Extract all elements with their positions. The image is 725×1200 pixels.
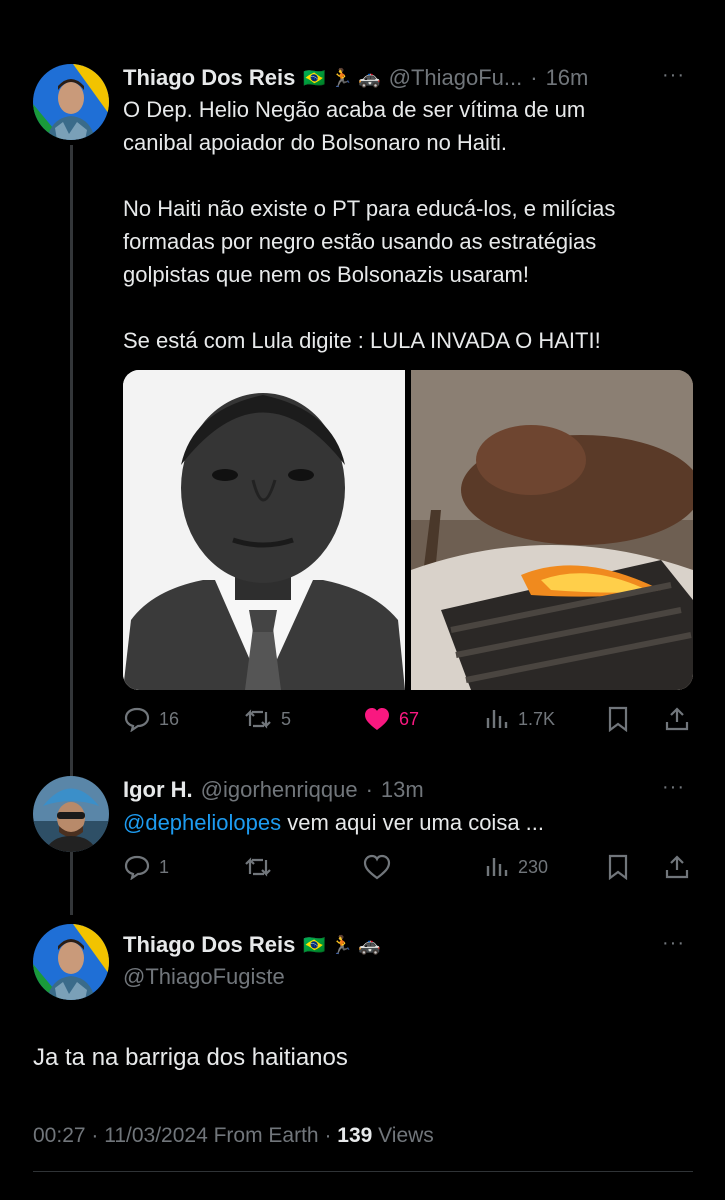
author-handle[interactable]: @ThiagoFu... [389,65,523,91]
tweet2-text: @depheliolopes vem aqui ver uma coisa ..… [123,806,703,839]
retweet-icon [245,857,271,877]
tweet2-header: Igor H. @igorhenriqque · 13m [123,776,663,804]
share-icon [665,855,689,879]
tweet-time[interactable]: 13m [381,777,424,803]
views-icon [486,858,508,876]
author-emojis: 🇧🇷 🏃 🚓 [303,67,381,88]
tweet-timestamp: 00:27 · 11/03/2024 From Earth · 139 View… [33,1124,434,1148]
tweet1-text: O Dep. Helio Negão acaba de ser vítima d… [123,93,703,357]
avatar[interactable] [33,776,109,852]
reply-button[interactable]: 16 [123,706,179,732]
views-icon [486,710,508,728]
mention-link[interactable]: @depheliolopes [123,810,281,835]
like-count: 67 [399,708,420,729]
photo-fire[interactable] [411,370,693,690]
separator-dot: · [530,65,538,90]
text-line: canibal apoiador do Bolsonaro no Haiti. [123,130,508,155]
heart-outline-icon [363,854,391,880]
tweet1-header: Thiago Dos Reis 🇧🇷 🏃 🚓 @ThiagoFu... · 16… [123,64,693,92]
retweet-icon [245,709,271,729]
divider [33,1171,693,1172]
views-count: 230 [518,856,549,877]
views-button[interactable]: 1.7K [484,706,555,732]
text-line: No Haiti não existe o PT para educá-los,… [123,196,616,221]
share-button[interactable] [664,706,690,737]
tweet-time[interactable]: 16m [546,65,589,91]
more-options-icon[interactable]: ··· [662,64,685,87]
text-line: O Dep. Helio Negão acaba de ser vítima d… [123,97,586,122]
bookmark-button[interactable] [606,854,630,885]
reply-button[interactable]: 1 [123,854,169,880]
bookmark-button[interactable] [606,706,630,737]
bookmark-icon [608,854,628,881]
views-button[interactable]: 230 [484,854,548,880]
text-line: Se está com Lula digite : LULA INVADA O … [123,328,601,353]
reply-icon [124,855,150,880]
author-name[interactable]: Igor H. [123,777,193,803]
share-button[interactable] [664,854,690,885]
bookmark-icon [608,706,628,733]
tweet3-header: Thiago Dos Reis 🇧🇷 🏃 🚓 [123,932,381,958]
views-label: Views [372,1124,434,1147]
heart-icon [365,708,389,730]
photo-portrait[interactable] [123,370,405,690]
views-number: 139 [337,1124,373,1147]
retweet-count: 5 [281,708,292,729]
views-count: 1.7K [518,708,556,729]
avatar[interactable] [33,64,109,140]
tweet3-text: Ja ta na barriga dos haitianos [33,1044,348,1071]
media-grid[interactable] [123,370,693,690]
more-options-icon[interactable]: ··· [662,776,685,799]
author-name[interactable]: Thiago Dos Reis [123,932,295,958]
text-line: formadas por negro estão usando as estra… [123,229,597,254]
separator-dot: · [365,777,373,802]
more-options-icon[interactable]: ··· [662,932,685,955]
timestamp-text[interactable]: 00:27 · 11/03/2024 From Earth · [33,1124,337,1147]
author-handle[interactable]: @ThiagoFugiste [123,964,285,990]
reply-icon [124,707,150,732]
avatar[interactable] [33,924,109,1000]
author-handle[interactable]: @igorhenriqque [201,777,358,803]
like-button[interactable] [363,854,391,880]
reply-count: 16 [159,708,180,729]
author-name[interactable]: Thiago Dos Reis [123,65,295,91]
author-emojis: 🇧🇷 🏃 🚓 [303,934,381,955]
like-button[interactable]: 67 [363,706,419,732]
share-icon [665,707,689,731]
text-line: golpistas que nem os Bolsonazis usaram! [123,262,529,287]
retweet-button[interactable] [243,854,273,880]
reply-text: vem aqui ver uma coisa ... [281,810,545,835]
reply-count: 1 [159,856,170,877]
retweet-button[interactable]: 5 [243,706,291,732]
